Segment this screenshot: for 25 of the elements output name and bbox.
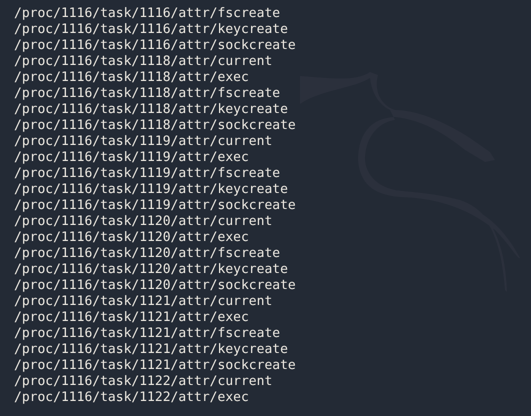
- output-line: /proc/1116/task/1116/attr/sockcreate: [14, 38, 296, 54]
- output-line: /proc/1116/task/1119/attr/exec: [14, 150, 249, 166]
- output-line: /proc/1116/task/1120/attr/keycreate: [14, 262, 288, 278]
- output-line: /proc/1116/task/1120/attr/current: [14, 214, 272, 230]
- output-line: /proc/1116/task/1118/attr/fscreate: [14, 86, 280, 102]
- output-line: /proc/1116/task/1120/attr/fscreate: [14, 246, 280, 262]
- output-line: /proc/1116/task/1121/attr/current: [14, 294, 272, 310]
- output-line: /proc/1116/task/1121/attr/exec: [14, 310, 249, 326]
- output-line: /proc/1116/task/1120/attr/exec: [14, 230, 249, 246]
- output-line: /proc/1116/task/1121/attr/fscreate: [14, 326, 280, 342]
- output-line: /proc/1116/task/1120/attr/sockcreate: [14, 278, 296, 294]
- output-line: /proc/1116/task/1122/attr/exec: [14, 390, 249, 406]
- output-line: /proc/1116/task/1118/attr/sockcreate: [14, 118, 296, 134]
- output-line: /proc/1116/task/1116/attr/fscreate: [14, 6, 280, 22]
- output-line: /proc/1116/task/1121/attr/keycreate: [14, 342, 288, 358]
- output-line: /proc/1116/task/1118/attr/current: [14, 54, 272, 70]
- output-line: /proc/1116/task/1119/attr/current: [14, 134, 272, 150]
- output-line: /proc/1116/task/1122/attr/current: [14, 374, 272, 390]
- output-line: /proc/1116/task/1118/attr/exec: [14, 70, 249, 86]
- output-line: /proc/1116/task/1119/attr/fscreate: [14, 166, 280, 182]
- output-line: /proc/1116/task/1121/attr/sockcreate: [14, 358, 296, 374]
- output-line: /proc/1116/task/1118/attr/keycreate: [14, 102, 288, 118]
- output-line: /proc/1116/task/1119/attr/keycreate: [14, 182, 288, 198]
- output-line: /proc/1116/task/1116/attr/keycreate: [14, 22, 288, 38]
- output-line: /proc/1116/task/1119/attr/sockcreate: [14, 198, 296, 214]
